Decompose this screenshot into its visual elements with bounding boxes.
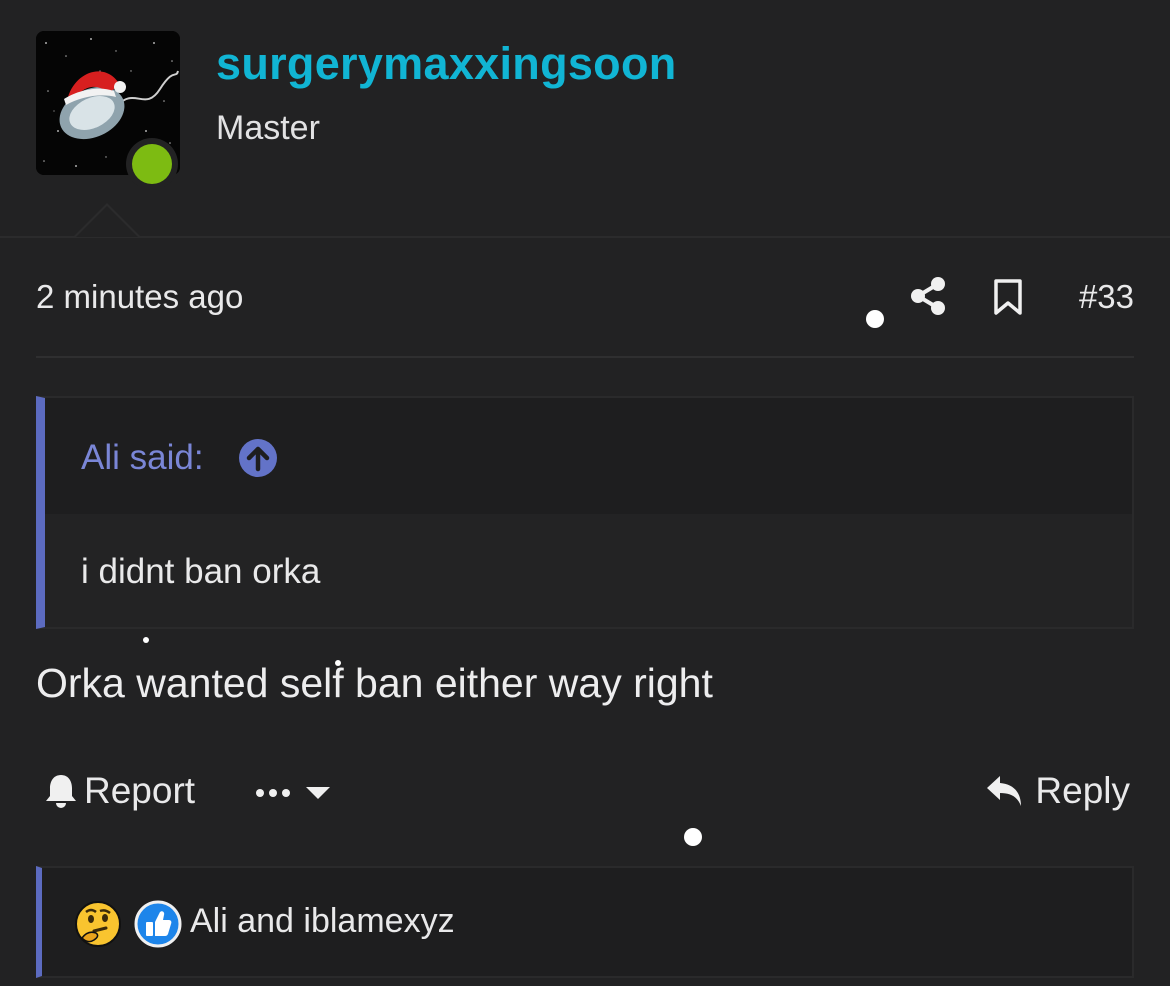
bookmark-icon[interactable]: [992, 278, 1024, 316]
share-icon[interactable]: [910, 276, 946, 316]
snowflake-decoration: [684, 828, 702, 846]
header-pointer: [74, 203, 140, 237]
quote-header: Ali said:: [45, 398, 1132, 514]
quote-author-link[interactable]: Ali said:: [81, 438, 204, 478]
bell-icon: [46, 775, 76, 808]
thinking-face-icon: [75, 901, 121, 947]
post-timestamp[interactable]: 2 minutes ago: [36, 278, 243, 316]
post-user-header: surgerymaxxingsoon Master: [0, 0, 1170, 238]
quote-text: i didnt ban orka: [81, 552, 321, 591]
post-body-text: Orka wanted self ban either way right: [36, 660, 713, 706]
like-icon: [134, 900, 182, 948]
reply-label: Reply: [1035, 770, 1130, 811]
post-actions-bar: Report Reply: [36, 766, 1134, 820]
more-dots-icon[interactable]: [252, 774, 336, 812]
reply-button[interactable]: Reply: [985, 770, 1130, 812]
reaction-users-link[interactable]: Ali and iblamexyz: [190, 902, 455, 941]
report-button[interactable]: Report: [44, 770, 195, 812]
post-number-link[interactable]: #33: [1079, 278, 1134, 316]
user-title: Master: [216, 109, 320, 147]
post-meta-row: 2 minutes ago #33: [36, 276, 1134, 320]
report-label: Report: [84, 770, 196, 811]
reply-arrow-icon: [987, 776, 1022, 806]
quote-body: i didnt ban orka: [45, 514, 1132, 627]
snowflake-decoration: [143, 637, 149, 643]
divider: [36, 356, 1134, 358]
reactions-bar[interactable]: Ali and iblamexyz: [36, 866, 1134, 978]
online-status-indicator: [126, 138, 178, 190]
username-link[interactable]: surgerymaxxingsoon: [216, 38, 677, 90]
arrow-up-circle-icon[interactable]: [238, 438, 278, 478]
quote-block: Ali said: i didnt ban orka: [36, 396, 1134, 629]
